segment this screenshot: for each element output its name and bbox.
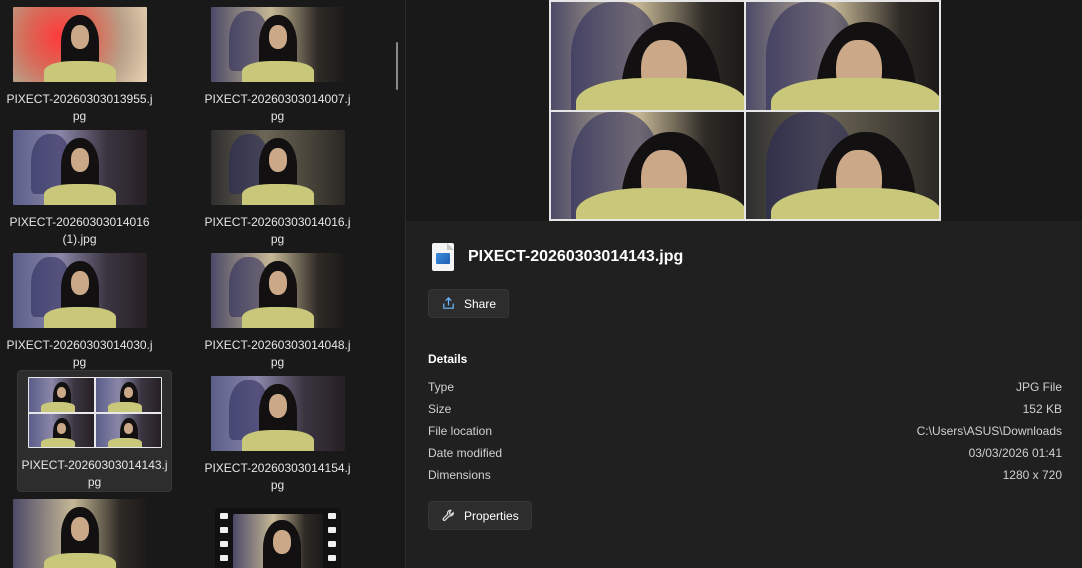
file-tile[interactable]: PIXECT-20260303014030.jpg [2, 253, 157, 371]
thumbnail-image [27, 377, 162, 448]
file-header: PIXECT-20260303014143.jpg [432, 243, 683, 271]
detail-value: 03/03/2026 01:41 [968, 446, 1062, 460]
detail-key: Type [428, 380, 455, 394]
thumbnail-image [12, 7, 147, 82]
detail-row-dimensions: Dimensions 1280 x 720 [428, 468, 1062, 490]
grid-scrollbar[interactable] [396, 42, 398, 90]
thumbnail-image [210, 376, 345, 451]
details-heading: Details [428, 352, 468, 366]
properties-label: Properties [464, 508, 519, 523]
file-tile-selected[interactable]: PIXECT-20260303014143.jpg [17, 370, 172, 492]
detail-value: JPG File [1015, 380, 1062, 394]
file-tile[interactable]: PIXECT-20260303013955.jpg [2, 7, 157, 125]
detail-key: Date modified [428, 446, 503, 460]
image-file-icon [432, 243, 454, 271]
video-thumbnail[interactable] [215, 508, 341, 568]
file-name: PIXECT-20260303014143.jpg [21, 458, 168, 489]
thumbnail-image [12, 130, 147, 205]
thumbnail-image [12, 253, 147, 328]
share-icon [443, 297, 454, 309]
preview-area [406, 0, 1082, 221]
file-tile[interactable]: PIXECT-20260303014154.jpg [200, 376, 355, 494]
file-tile[interactable]: PIXECT-20260303014016.jpg [200, 130, 355, 248]
detail-row-date: Date modified 03/03/2026 01:41 [428, 446, 1062, 468]
file-tile[interactable]: PIXECT-20260303014016 (1).jpg [2, 130, 157, 248]
thumbnail-image [210, 7, 345, 82]
file-name: PIXECT-20260303014030.jpg [6, 338, 153, 369]
detail-value: 152 KB [1022, 402, 1062, 416]
file-title: PIXECT-20260303014143.jpg [468, 248, 684, 265]
detail-row-type: Type JPG File [428, 380, 1062, 402]
file-name: PIXECT-20260303014016.jpg [204, 215, 351, 246]
thumbnail-image [210, 253, 345, 328]
properties-button[interactable]: Properties [428, 501, 532, 530]
thumbnail-image [210, 130, 345, 205]
detail-row-size: Size 152 KB [428, 402, 1062, 424]
share-label: Share [464, 296, 497, 311]
details-pane: PIXECT-20260303014143.jpg Share Details … [406, 0, 1082, 568]
detail-value: C:\Users\ASUS\Downloads [916, 424, 1062, 438]
file-grid: PIXECT-20260303013955.jpg PIXECT-2026030… [0, 0, 406, 568]
file-tile[interactable] [2, 499, 157, 568]
wrench-icon [442, 509, 454, 521]
file-name: PIXECT-20260303014016 (1).jpg [9, 215, 150, 246]
detail-key: Dimensions [428, 468, 491, 482]
file-tile[interactable]: PIXECT-20260303014007.jpg [200, 7, 355, 125]
detail-key: Size [428, 402, 452, 416]
share-button[interactable]: Share [428, 289, 510, 318]
thumbnail-image [12, 499, 147, 568]
file-name: PIXECT-20260303014154.jpg [204, 461, 351, 492]
file-name: PIXECT-20260303014007.jpg [204, 92, 351, 123]
detail-value: 1280 x 720 [1002, 468, 1062, 482]
details-list: Type JPG File Size 152 KB File location … [428, 380, 1062, 490]
preview-image [549, 0, 941, 221]
file-explorer-window: PIXECT-20260303013955.jpg PIXECT-2026030… [0, 0, 1082, 568]
file-name: PIXECT-20260303014048.jpg [204, 338, 351, 369]
detail-row-location: File location C:\Users\ASUS\Downloads [428, 424, 1062, 446]
file-name: PIXECT-20260303013955.jpg [6, 92, 153, 123]
file-tile[interactable]: PIXECT-20260303014048.jpg [200, 253, 355, 371]
detail-key: File location [428, 424, 493, 438]
